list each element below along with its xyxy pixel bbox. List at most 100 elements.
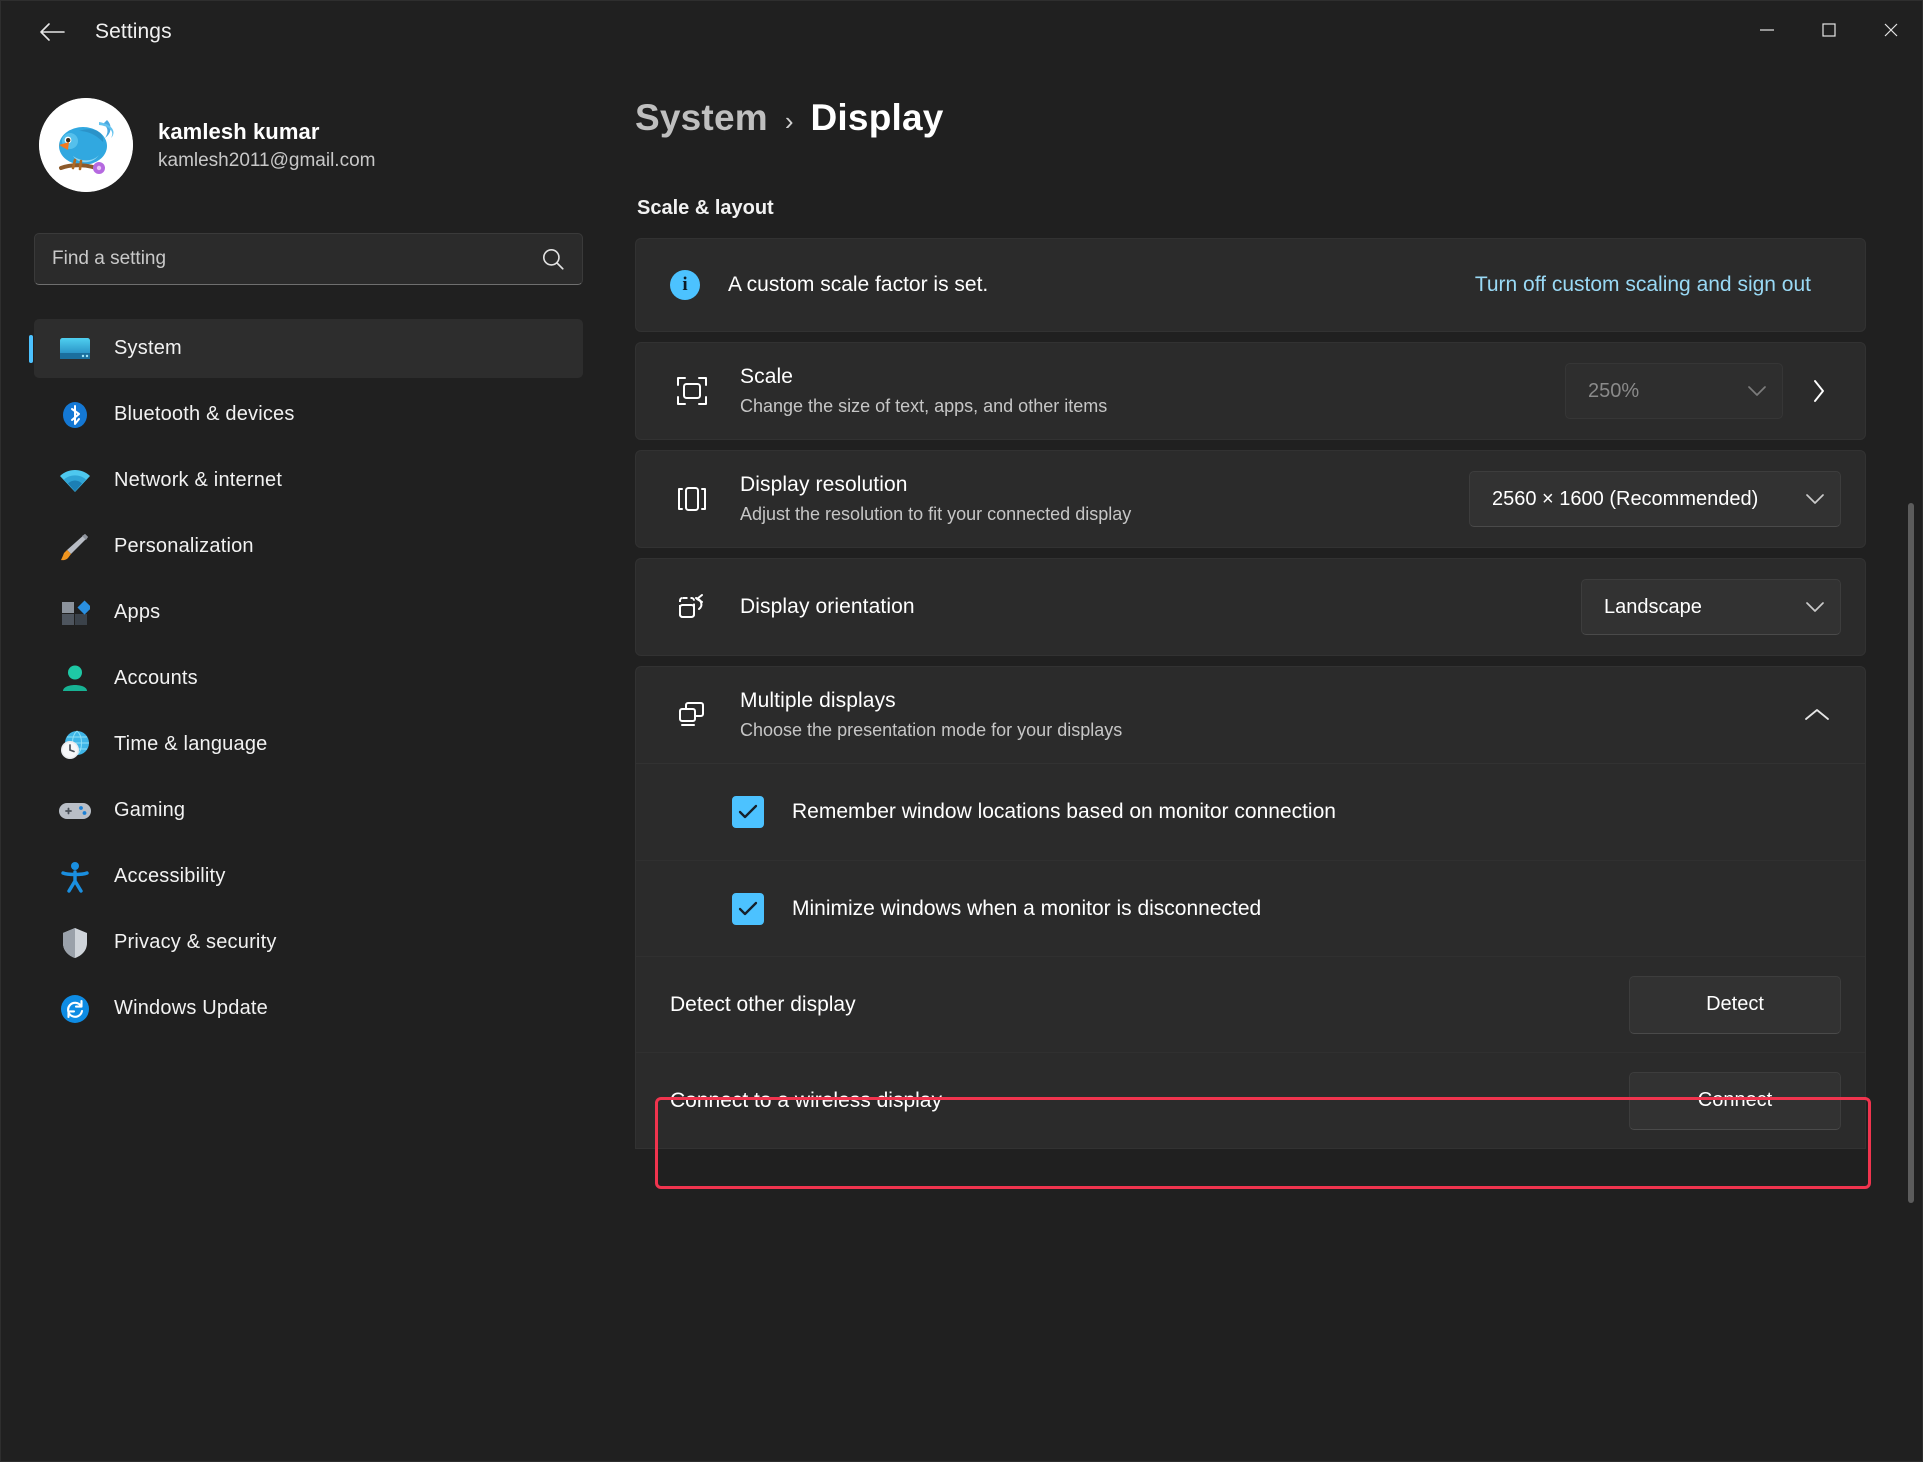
sidebar-item-time-language[interactable]: Time & language: [34, 715, 583, 774]
sidebar-nav: System Bluetooth & devices Network & int…: [1, 319, 621, 1038]
sidebar-item-apps[interactable]: Apps: [34, 583, 583, 642]
orientation-value: Landscape: [1604, 595, 1702, 618]
close-icon: [1884, 23, 1898, 37]
resolution-title: Display resolution: [740, 473, 908, 496]
scale-subtitle: Change the size of text, apps, and other…: [740, 396, 1108, 416]
profile-email: kamlesh2011@gmail.com: [158, 149, 376, 171]
avatar: [39, 98, 133, 192]
maximize-button[interactable]: [1798, 1, 1860, 59]
info-icon: i: [670, 270, 700, 300]
chevron-right-icon: [1814, 380, 1824, 402]
detect-other-display-label: Detect other display: [670, 992, 856, 1016]
breadcrumb: System › Display: [621, 97, 1922, 183]
sidebar-item-accessibility[interactable]: Accessibility: [34, 847, 583, 906]
detect-button[interactable]: Detect: [1629, 975, 1841, 1034]
chevron-up-icon: [1805, 709, 1829, 720]
multiple-displays-card[interactable]: Multiple displays Choose the presentatio…: [635, 666, 1866, 764]
chevron-down-icon: [1748, 385, 1766, 397]
sidebar-item-label: Bluetooth & devices: [114, 403, 295, 425]
bird-avatar-icon: [39, 98, 133, 192]
info-banner-text: A custom scale factor is set.: [728, 273, 989, 296]
minimize-icon: [1760, 29, 1774, 31]
main-content: System › Display Scale & layout i A cust…: [621, 63, 1922, 1461]
sidebar-item-privacy-security[interactable]: Privacy & security: [34, 913, 583, 972]
sidebar-item-label: Accounts: [114, 667, 198, 689]
connect-wireless-display-row: Connect to a wireless display Connect: [636, 1052, 1865, 1148]
orientation-title: Display orientation: [740, 595, 915, 618]
scale-dropdown[interactable]: 250%: [1565, 363, 1783, 419]
sidebar-item-accounts[interactable]: Accounts: [34, 649, 583, 708]
multiple-displays-subtitle: Choose the presentation mode for your di…: [740, 720, 1123, 740]
multiple-displays-expanded-panel: Remember window locations based on monit…: [635, 764, 1866, 1149]
settings-window: Settings kamlesh kumar kamlesh2011@gmail…: [0, 0, 1923, 1462]
apps-icon: [56, 596, 94, 630]
checkbox-row-remember-window-locations[interactable]: Remember window locations based on monit…: [636, 764, 1865, 860]
monitor-icon: [56, 332, 94, 366]
sidebar-item-system[interactable]: System: [34, 319, 583, 378]
chevron-down-icon: [1806, 601, 1824, 613]
scrollbar-thumb[interactable]: [1908, 503, 1914, 1203]
resolution-icon: [670, 481, 714, 517]
scale-icon: [670, 373, 714, 409]
sidebar-item-windows-update[interactable]: Windows Update: [34, 979, 583, 1038]
detect-other-display-row: Detect other display Detect: [636, 956, 1865, 1052]
sidebar-item-label: System: [114, 337, 182, 359]
minimize-button[interactable]: [1736, 1, 1798, 59]
scrollbar-track[interactable]: [1908, 163, 1914, 1445]
wifi-icon: [56, 464, 94, 498]
sidebar-item-gaming[interactable]: Gaming: [34, 781, 583, 840]
profile-card[interactable]: kamlesh kumar kamlesh2011@gmail.com: [1, 81, 621, 201]
checkbox-row-minimize-windows[interactable]: Minimize windows when a monitor is disco…: [636, 860, 1865, 956]
sidebar-item-label: Personalization: [114, 535, 254, 557]
search-box[interactable]: [34, 233, 583, 285]
search-input[interactable]: [52, 248, 540, 270]
sidebar-item-bluetooth-devices[interactable]: Bluetooth & devices: [34, 385, 583, 444]
sidebar-item-label: Time & language: [114, 733, 268, 755]
sidebar-item-label: Privacy & security: [114, 931, 277, 953]
gamepad-icon: [56, 794, 94, 828]
app-title: Settings: [95, 20, 172, 43]
connect-wireless-display-label: Connect to a wireless display: [670, 1088, 942, 1112]
back-arrow-icon: [40, 23, 65, 41]
display-orientation-card[interactable]: Display orientation Landscape: [635, 558, 1866, 656]
scale-card[interactable]: Scale Change the size of text, apps, and…: [635, 342, 1866, 440]
connect-button[interactable]: Connect: [1629, 1071, 1841, 1130]
breadcrumb-parent[interactable]: System: [635, 97, 768, 139]
turn-off-custom-scaling-link[interactable]: Turn off custom scaling and sign out: [1475, 273, 1811, 297]
remember-window-locations-checkbox[interactable]: [732, 796, 764, 828]
scale-value: 250%: [1588, 379, 1640, 402]
title-bar: Settings: [1, 1, 1922, 63]
minimize-windows-checkbox[interactable]: [732, 892, 764, 925]
sidebar-item-label: Windows Update: [114, 997, 268, 1019]
sidebar: kamlesh kumar kamlesh2011@gmail.com Find…: [1, 63, 621, 1461]
bluetooth-icon: [56, 398, 94, 432]
sidebar-item-network-internet[interactable]: Network & internet: [34, 451, 583, 510]
profile-name: kamlesh kumar: [158, 118, 320, 144]
close-button[interactable]: [1860, 1, 1922, 59]
update-icon: [56, 992, 94, 1026]
checkmark-icon: [738, 901, 758, 915]
display-resolution-card[interactable]: Display resolution Adjust the resolution…: [635, 450, 1866, 548]
multiple-displays-expander[interactable]: [1793, 691, 1841, 739]
breadcrumb-separator-icon: ›: [784, 106, 794, 136]
person-icon: [56, 662, 94, 696]
back-button[interactable]: [29, 9, 75, 55]
sidebar-item-label: Network & internet: [114, 469, 283, 491]
section-title-scale-layout: Scale & layout: [637, 197, 774, 219]
multiple-displays-icon: [670, 698, 714, 732]
resolution-subtitle: Adjust the resolution to fit your connec…: [740, 504, 1132, 524]
maximize-icon: [1822, 23, 1836, 37]
scale-navigate-button[interactable]: [1797, 369, 1841, 413]
display-orientation-dropdown[interactable]: Landscape: [1581, 579, 1841, 635]
search-icon[interactable]: [540, 246, 566, 272]
caption-buttons: [1736, 1, 1922, 59]
orientation-icon: [670, 589, 714, 625]
sidebar-item-personalization[interactable]: Personalization: [34, 517, 583, 576]
scale-title: Scale: [740, 365, 794, 388]
shield-icon: [56, 926, 94, 960]
resolution-value: 2560 × 1600 (Recommended): [1492, 487, 1759, 510]
page-title: Display: [810, 97, 944, 138]
display-resolution-dropdown[interactable]: 2560 × 1600 (Recommended): [1469, 471, 1841, 527]
custom-scale-info-banner: i A custom scale factor is set. Turn off…: [635, 238, 1866, 332]
sidebar-item-label: Gaming: [114, 799, 186, 821]
